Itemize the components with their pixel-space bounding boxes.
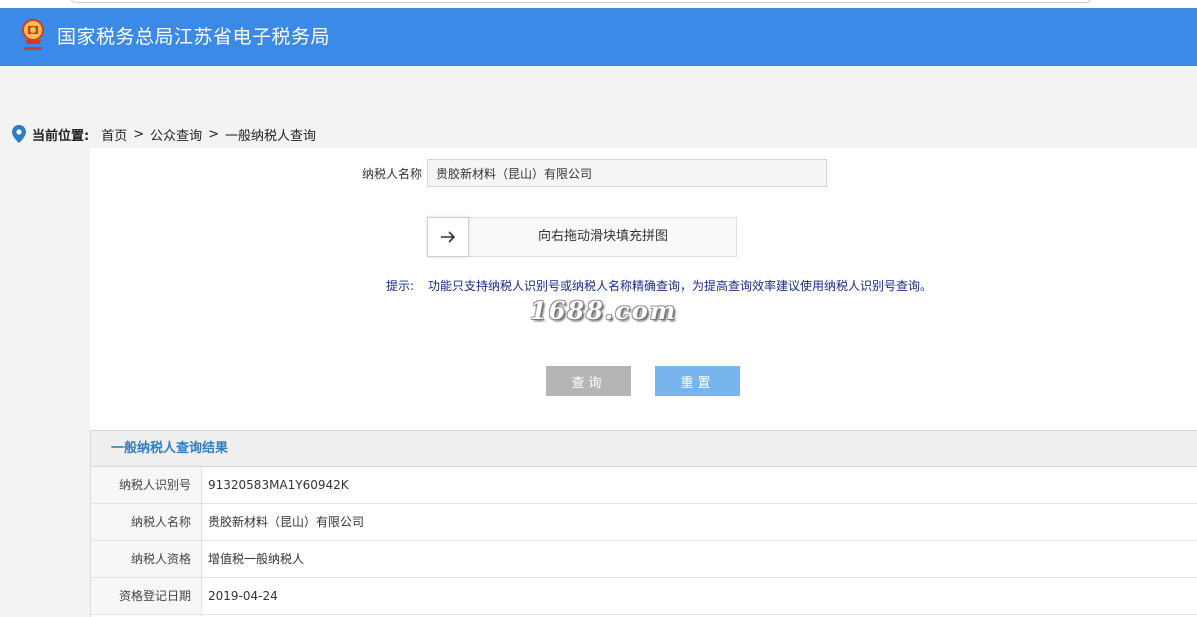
site-title: 国家税务总局江苏省电子税务局 [57,26,331,48]
taxpayer-name-label: 纳税人名称 [362,167,423,181]
row-value: 2019-04-24 [208,589,278,603]
breadcrumb-public-query[interactable]: 公众查询 [150,125,202,144]
slider-handle[interactable] [427,217,469,257]
breadcrumb-home[interactable]: 首页 [101,125,127,144]
breadcrumb-current: 一般纳税人查询 [225,128,317,144]
captcha-slider[interactable]: 向右拖动滑块填充拼图 [427,217,737,257]
top-strip-bar [70,0,1092,3]
row-value: 增值税一般纳税人 [208,552,305,566]
row-key: 资格登记日期 [91,578,202,614]
table-row: 纳税人识别号 91320583MA1Y60942K [91,467,1197,504]
table-row: 资格登记日期 2019-04-24 [91,578,1197,615]
arrow-right-icon [441,231,456,243]
query-button[interactable]: 查询 [546,366,631,396]
watermark: 1688.com [530,296,678,325]
breadcrumb-separator: > [133,126,145,142]
table-row: 纳税人资格 增值税一般纳税人 [91,541,1197,578]
hint-label: 提示: [386,279,415,293]
breadcrumb: 当前位置: 首页 > 公众查询 > 一般纳税人查询 [12,124,316,144]
location-pin-icon [12,125,26,143]
row-key: 纳税人资格 [91,541,202,577]
breadcrumb-separator: > [208,126,220,142]
site-header: 国家税务总局江苏省电子税务局 [0,8,1197,66]
taxpayer-name-input[interactable] [427,159,827,187]
tax-emblem-icon [22,19,44,50]
browser-top-strip [0,0,1197,8]
slider-instruction: 向右拖动滑块填充拼图 [537,229,668,244]
results-panel: 一般纳税人查询结果 纳税人识别号 91320583MA1Y60942K 纳税人名… [90,430,1197,617]
hint-text: 功能只支持纳税人识别号或纳税人名称精确查询，为提高查询效率建议使用纳税人识别号查… [428,279,933,293]
row-key: 纳税人名称 [91,504,202,540]
row-value: 贵胶新材料（昆山）有限公司 [208,515,365,529]
reset-button[interactable]: 重置 [655,366,740,396]
row-value: 91320583MA1Y60942K [208,478,349,492]
table-row: 纳税人名称 贵胶新材料（昆山）有限公司 [91,504,1197,541]
results-title: 一般纳税人查询结果 [91,430,1197,467]
row-key: 纳税人识别号 [91,467,202,503]
breadcrumb-label: 当前位置: [32,128,90,144]
